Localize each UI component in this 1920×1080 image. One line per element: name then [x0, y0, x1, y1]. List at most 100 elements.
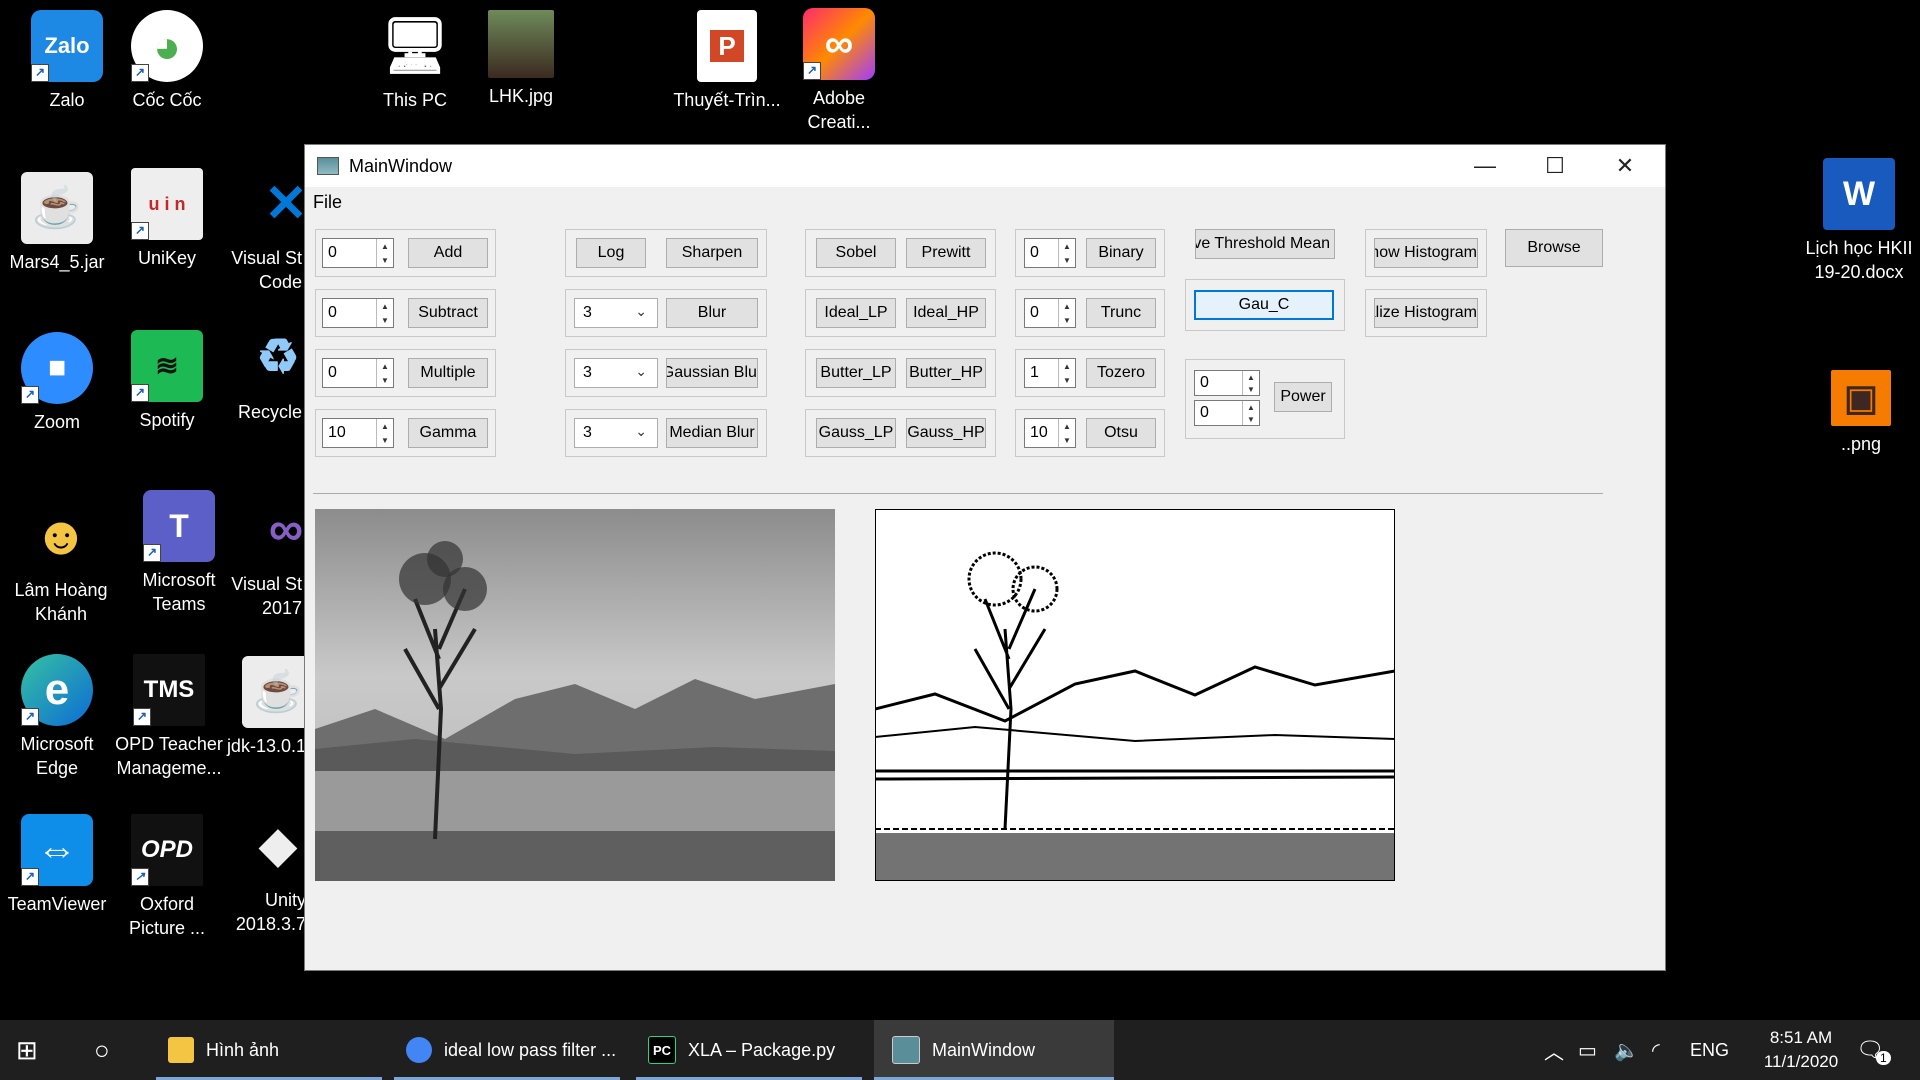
spin-arrows-icon[interactable]: ▲ ▼ [1058, 359, 1075, 387]
tozero-button[interactable]: Tozero [1086, 358, 1156, 388]
otsu-group: 10 ▲ ▼ Otsu [1015, 409, 1165, 457]
gaussian-blur-button[interactable]: Gaussian Blur [666, 358, 758, 388]
sobel-button[interactable]: Sobel [816, 238, 896, 268]
notification-icon[interactable]: 🗨 1 [1856, 1020, 1891, 1080]
multiple-button[interactable]: Multiple [408, 358, 488, 388]
desktop-icon-visual-studio[interactable]: ∞ Visual St 2017 [222, 494, 302, 620]
desktop-icon-oxford[interactable]: OPD ↗ Oxford Picture ... [112, 814, 222, 940]
spin-arrows-icon[interactable]: ▲ ▼ [1242, 401, 1259, 425]
windows-start-icon[interactable]: ⊞ [16, 1020, 38, 1080]
desktop-icon-label: Zalo [49, 90, 85, 110]
binary-group: 0 ▲ ▼ Binary [1015, 229, 1165, 277]
gauss-hp-button[interactable]: Gauss_HP [906, 418, 986, 448]
maximize-button[interactable]: ☐ [1520, 145, 1590, 187]
taskbar-item-label: MainWindow [932, 1039, 1036, 1060]
spin-arrows-icon[interactable]: ▲ ▼ [1058, 419, 1075, 447]
ideal-hp-button[interactable]: Ideal_HP [906, 298, 986, 328]
desktop-icon-adobe[interactable]: ∞ ↗ Adobe Creati... [784, 8, 894, 134]
power-c-spinbox[interactable]: 0 ▲ ▼ [1194, 370, 1260, 396]
gamma-spinbox[interactable]: 10 ▲ ▼ [322, 418, 394, 448]
battery-icon[interactable]: ▭ [1578, 1020, 1597, 1080]
tozero-spinbox[interactable]: 1 ▲ ▼ [1024, 358, 1076, 388]
desktop-icon-label: Oxford Picture ... [128, 894, 206, 938]
add-button[interactable]: Add [408, 238, 488, 268]
desktop-icon-mars[interactable]: ☕ Mars4_5.jar [2, 172, 112, 274]
desktop-icon-spotify[interactable]: ≋ ↗ Spotify [112, 330, 222, 432]
desktop-icon-zalo[interactable]: Zalo ↗ Zalo [12, 10, 122, 112]
desktop-icon-unity[interactable]: ◆ Unity 2018.3.7 [226, 810, 306, 936]
desktop-icon-this-pc[interactable]: 🖥 This PC [360, 10, 470, 112]
menu-file[interactable]: File [313, 192, 342, 212]
spin-arrows-icon[interactable]: ▲ ▼ [376, 299, 393, 327]
taskbar-item-chrome[interactable]: ideal low pass filter ... [394, 1020, 620, 1080]
taskbar-item-mainwindow[interactable]: MainWindow [874, 1020, 1114, 1080]
volume-icon[interactable]: 🔈 [1614, 1020, 1639, 1080]
desktop-icon-opd-teacher[interactable]: TMS ↗ OPD Teacher Manageme... [112, 654, 226, 780]
butter-hp-button[interactable]: Butter_HP [906, 358, 986, 388]
trunc-button[interactable]: Trunc [1086, 298, 1156, 328]
taskbar-item-hinh-anh[interactable]: Hình ảnh [156, 1020, 382, 1080]
spin-arrows-icon[interactable]: ▲ ▼ [376, 419, 393, 447]
gauss-lp-button[interactable]: Gauss_LP [816, 418, 896, 448]
spin-arrows-icon[interactable]: ▲ ▼ [1058, 239, 1075, 267]
browse-button[interactable]: Browse [1505, 229, 1603, 267]
blur-kernel-combo[interactable]: 3 ⌄ [574, 298, 658, 328]
add-spinbox[interactable]: 0 ▲ ▼ [322, 238, 394, 268]
wifi-icon[interactable]: ◜ [1652, 1020, 1660, 1080]
blur-button[interactable]: Blur [666, 298, 758, 328]
trunc-spinbox[interactable]: 0 ▲ ▼ [1024, 298, 1076, 328]
desktop-icon-teams[interactable]: T ↗ Microsoft Teams [124, 490, 234, 616]
spin-arrows-icon[interactable]: ▲ ▼ [376, 359, 393, 387]
subtract-spinbox[interactable]: 0 ▲ ▼ [322, 298, 394, 328]
otsu-spinbox[interactable]: 10 ▲ ▼ [1024, 418, 1076, 448]
log-button[interactable]: Log [576, 238, 646, 268]
desktop-icon-teamviewer[interactable]: ⇔ ↗ TeamViewer [2, 814, 112, 916]
desktop-icon-lhk-jpg[interactable]: LHK.jpg [466, 10, 576, 108]
clock[interactable]: 8:51 AM 11/1/2020 [1746, 1020, 1856, 1080]
desktop-icon-edge[interactable]: e ↗ Microsoft Edge [2, 654, 112, 780]
chevron-up-icon[interactable]: ︿ [1544, 1020, 1564, 1080]
median-blur-button[interactable]: Median Blur [666, 418, 758, 448]
desktop-icon-label: Adobe Creati... [807, 88, 871, 132]
binary-spinbox[interactable]: 0 ▲ ▼ [1024, 238, 1076, 268]
taskbar-item-pycharm[interactable]: PC XLA – Package.py [636, 1020, 862, 1080]
power-gamma-spinbox[interactable]: 0 ▲ ▼ [1194, 400, 1260, 426]
close-button[interactable]: ✕ [1590, 145, 1660, 187]
median-kernel-combo[interactable]: 3 ⌄ [574, 418, 658, 448]
gaussian-kernel-combo[interactable]: 3 ⌄ [574, 358, 658, 388]
desktop-icon-png[interactable]: ▣ ..png [1806, 370, 1916, 456]
desktop-icon-recycle-bin[interactable]: ♻ Recycle [222, 322, 302, 424]
spin-arrows-icon[interactable]: ▲ ▼ [1058, 299, 1075, 327]
desktop-icon-vscode[interactable]: ✕ Visual St Code [222, 168, 302, 294]
teams-icon: T ↗ [143, 490, 215, 562]
desktop-icon-unikey[interactable]: u i n ↗ UniKey [112, 168, 222, 270]
power-button[interactable]: Power [1274, 382, 1332, 412]
spin-arrows-icon[interactable]: ▲ ▼ [376, 239, 393, 267]
show-histogram-button[interactable]: Show Histogram [1374, 238, 1478, 268]
adaptive-threshold-mean-button[interactable]: Adaptive Threshold Mean [1195, 229, 1335, 259]
gau-c-button[interactable]: Gau_C [1194, 290, 1334, 320]
desktop-icon-label: Visual St 2017 [231, 574, 302, 618]
spin-arrows-icon[interactable]: ▲ ▼ [1242, 371, 1259, 395]
show-histogram-group: Show Histogram [1365, 229, 1487, 277]
desktop-icon-label: Unity 2018.3.7 [235, 890, 306, 934]
desktop-icon-thuyet-trinh[interactable]: P Thuyết-Trìn... [672, 10, 782, 112]
prewitt-button[interactable]: Prewitt [906, 238, 986, 268]
desktop-icon-zoom[interactable]: ■ ↗ Zoom [2, 332, 112, 434]
desktop-icon-jdk[interactable]: ☕ jdk-13.0.1 [226, 656, 306, 758]
binary-button[interactable]: Binary [1086, 238, 1156, 268]
desktop-icon-coccoc[interactable]: ◕ ↗ Cốc Cốc [112, 10, 222, 112]
desktop-icon-lich-hoc-docx[interactable]: W Lịch học HKII 19-20.docx [1798, 158, 1920, 284]
sharpen-button[interactable]: Sharpen [666, 238, 758, 268]
otsu-button[interactable]: Otsu [1086, 418, 1156, 448]
desktop-icon-lam-hoang-khanh[interactable]: ☻ Lâm Hoàng Khánh [6, 500, 116, 626]
butter-lp-button[interactable]: Butter_LP [816, 358, 896, 388]
language-indicator[interactable]: ENG [1690, 1020, 1729, 1080]
subtract-button[interactable]: Subtract [408, 298, 488, 328]
ideal-lp-button[interactable]: Ideal_LP [816, 298, 896, 328]
search-circle-icon[interactable]: ○ [94, 1020, 110, 1080]
multiple-spinbox[interactable]: 0 ▲ ▼ [322, 358, 394, 388]
equalize-histogram-button[interactable]: Equalize Histogram [1374, 298, 1478, 328]
gamma-button[interactable]: Gamma [408, 418, 488, 448]
minimize-button[interactable]: — [1450, 145, 1520, 187]
